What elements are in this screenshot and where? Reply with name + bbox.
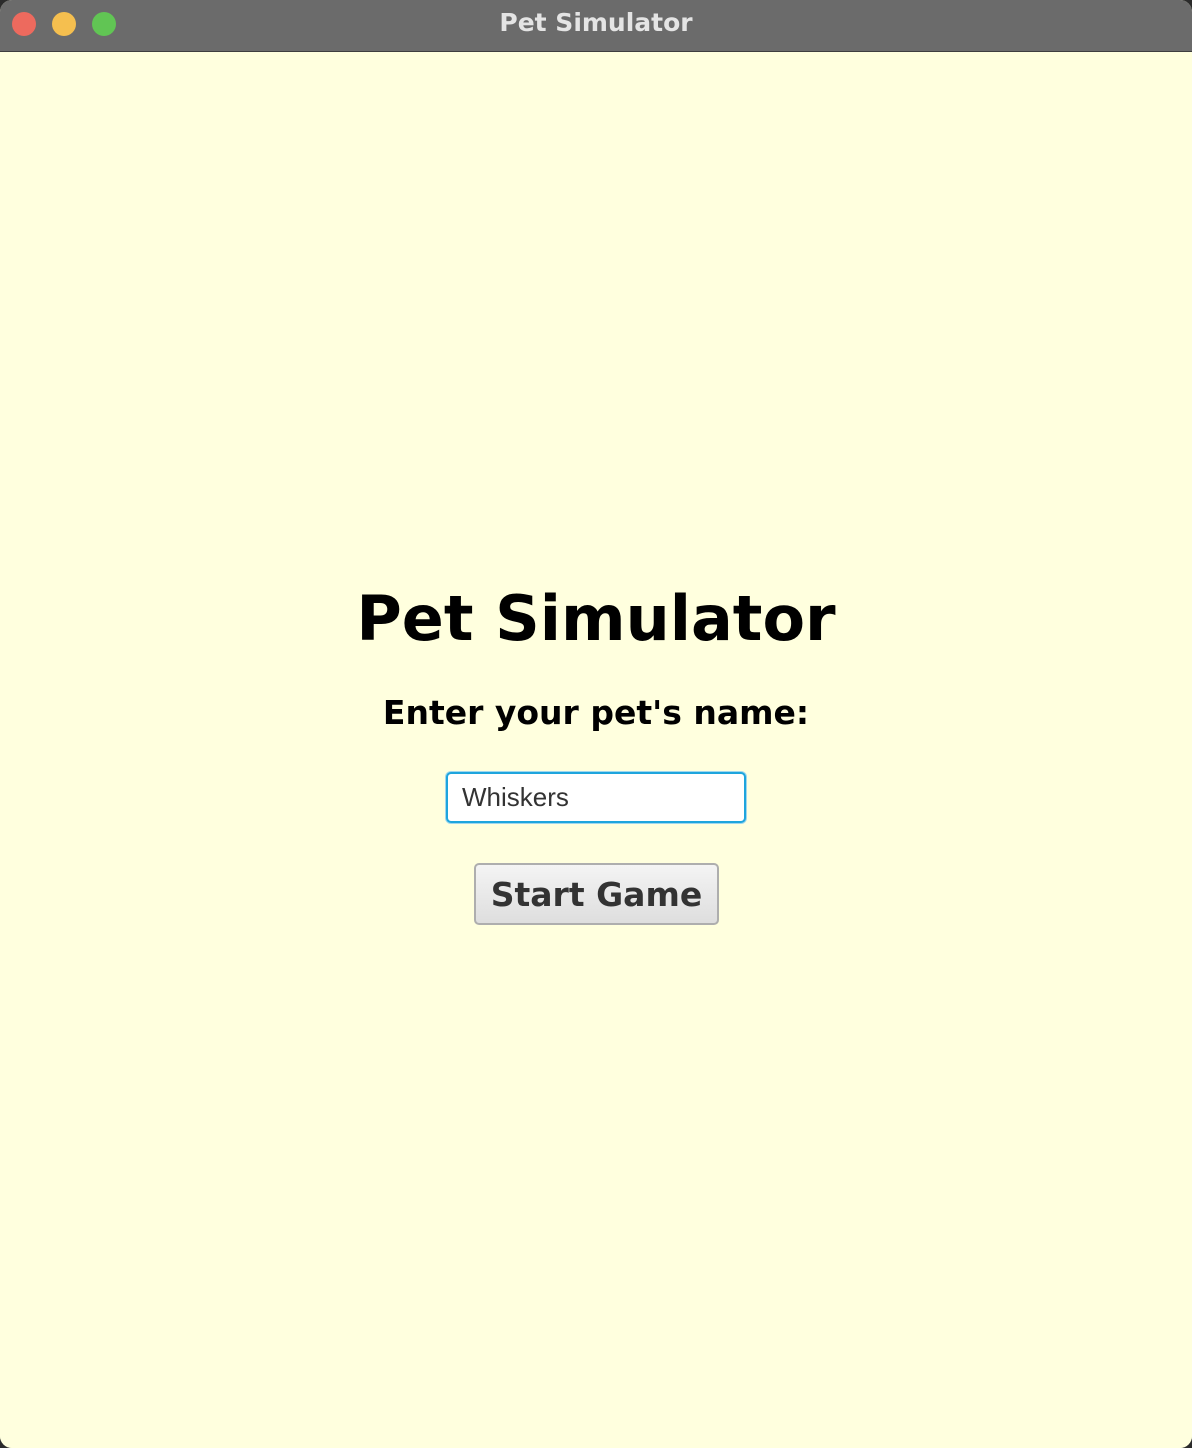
app-window: Pet Simulator Pet Simulator Enter your p… (0, 0, 1192, 1448)
title-bar[interactable]: Pet Simulator (0, 0, 1192, 52)
window-title: Pet Simulator (499, 8, 693, 37)
pet-name-input[interactable] (446, 772, 746, 823)
pet-name-prompt: Enter your pet's name: (382, 693, 810, 732)
start-game-button[interactable]: Start Game (474, 863, 719, 925)
page-title: Pet Simulator (356, 582, 836, 655)
main-content: Pet Simulator Enter your pet's name: Sta… (0, 53, 1192, 1448)
